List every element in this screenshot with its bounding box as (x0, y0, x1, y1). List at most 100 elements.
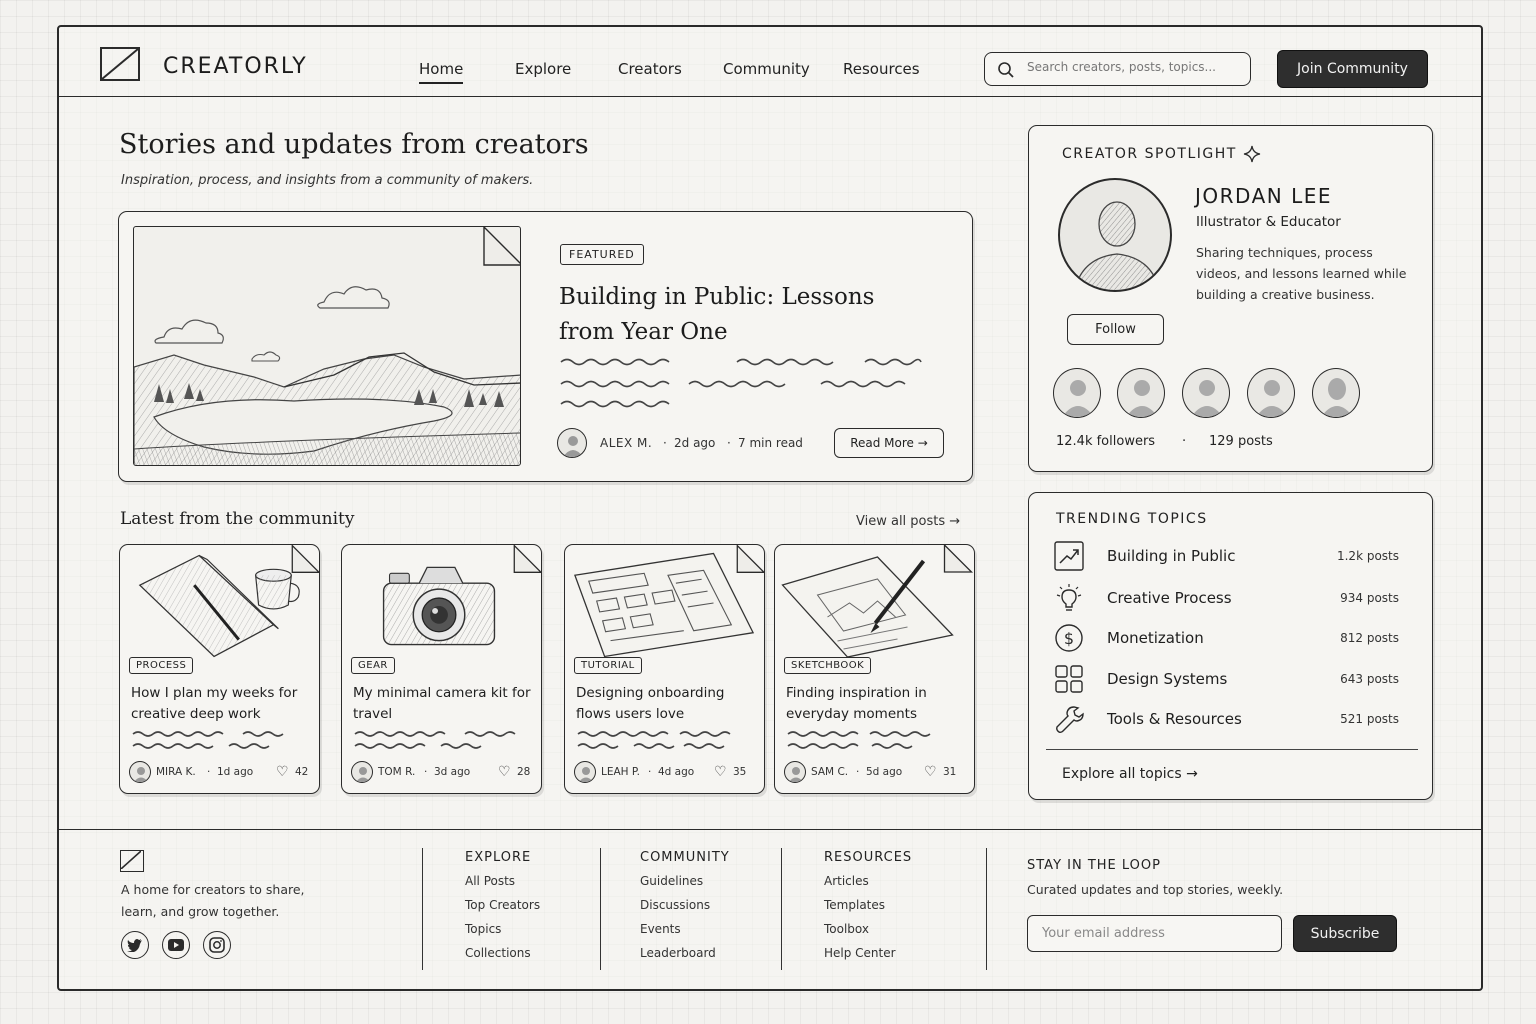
meta-dot: · (648, 766, 652, 778)
post-footer: MIRA K. · 1d ago ♡ 42 (129, 761, 314, 783)
post-footer: TOM R. · 3d ago ♡ 28 (351, 761, 536, 783)
stat-separator: · (1182, 434, 1187, 449)
post-tag[interactable]: TUTORIAL (574, 657, 642, 674)
post-author[interactable]: SAM C. (811, 766, 848, 778)
site-footer: A home for creators to share, learn, and… (59, 829, 1481, 989)
post-tag[interactable]: SKETCHBOOK (784, 657, 872, 674)
youtube-icon[interactable] (162, 931, 190, 959)
footer-link[interactable]: Collections (465, 941, 540, 965)
brand-name[interactable]: CREATORLY (163, 54, 308, 79)
instagram-icon[interactable] (203, 931, 231, 959)
footer-divider (986, 848, 987, 970)
follower-avatar[interactable] (1247, 368, 1295, 418)
post-card[interactable]: TUTORIAL Designing onboarding flows user… (564, 544, 765, 794)
author-avatar (351, 761, 373, 783)
wrench-icon (1056, 706, 1084, 734)
trending-topic-row[interactable]: Creative Process 934 posts (1054, 583, 1404, 615)
nav-home[interactable]: Home (419, 60, 464, 84)
footer-link[interactable]: Guidelines (640, 869, 730, 893)
join-community-button[interactable]: Join Community (1277, 50, 1428, 88)
trending-topic-row[interactable]: $ Monetization 812 posts (1054, 623, 1404, 655)
topic-count: 812 posts (1340, 631, 1399, 645)
footer-link[interactable]: Leaderboard (640, 941, 730, 965)
post-author[interactable]: MIRA K. (156, 766, 196, 778)
trending-topic-row[interactable]: Tools & Resources 521 posts (1054, 704, 1404, 736)
footer-column-resources: RESOURCES Articles Templates Toolbox Hel… (824, 850, 912, 965)
post-card[interactable]: GEAR My minimal camera kit for travel TO… (341, 544, 542, 794)
creator-name[interactable]: JORDAN LEE (1195, 184, 1332, 208)
post-tag[interactable]: GEAR (351, 657, 395, 674)
footer-link[interactable]: Top Creators (465, 893, 540, 917)
email-input[interactable] (1027, 915, 1282, 952)
featured-time: 2d ago (674, 436, 716, 450)
meta-dot: · (207, 766, 211, 778)
post-footer: LEAH P. · 4d ago ♡ 35 (574, 761, 759, 783)
heart-icon[interactable]: ♡ (924, 764, 937, 780)
grid-icon (1055, 665, 1083, 693)
follower-avatar[interactable] (1182, 368, 1230, 418)
follower-avatar[interactable] (1312, 368, 1360, 418)
top-header: CREATORLY Home Explore Creators Communit… (59, 27, 1481, 97)
follower-avatar[interactable] (1117, 368, 1165, 418)
footer-link[interactable]: Help Center (824, 941, 912, 965)
post-excerpt-scribble (132, 731, 284, 749)
footer-divider (600, 848, 601, 970)
logo-icon[interactable] (100, 47, 140, 81)
post-title[interactable]: My minimal camera kit for travel (353, 683, 535, 725)
post-card[interactable]: PROCESS How I plan my weeks for creative… (119, 544, 320, 794)
search-icon (998, 62, 1014, 78)
featured-post-card[interactable]: FEATURED Building in Public: Lessons fro… (118, 211, 973, 482)
creator-avatar[interactable] (1058, 178, 1172, 292)
featured-excerpt-scribble (560, 358, 922, 408)
newsletter-title: STAY IN THE LOOP (1027, 858, 1161, 873)
nav-resources[interactable]: Resources (843, 60, 920, 78)
trending-topic-row[interactable]: Building in Public 1.2k posts (1054, 541, 1404, 573)
notebook-coffee-image (138, 545, 319, 658)
heart-icon[interactable]: ♡ (714, 764, 727, 780)
post-footer: SAM C. · 5d ago ♡ 31 (784, 761, 969, 783)
post-tag[interactable]: PROCESS (129, 657, 194, 674)
subscribe-button[interactable]: Subscribe (1293, 915, 1397, 952)
footer-link[interactable]: Articles (824, 869, 912, 893)
footer-link[interactable]: Toolbox (824, 917, 912, 941)
footer-divider (781, 848, 782, 970)
footer-logo-icon[interactable] (120, 850, 144, 872)
post-card[interactable]: SKETCHBOOK Finding inspiration in everyd… (774, 544, 975, 794)
view-all-posts-link[interactable]: View all posts → (856, 514, 960, 529)
heart-icon[interactable]: ♡ (498, 764, 511, 780)
search-box[interactable] (984, 52, 1251, 86)
nav-explore[interactable]: Explore (515, 60, 571, 78)
nav-community[interactable]: Community (723, 60, 810, 78)
follower-avatar[interactable] (1053, 368, 1101, 418)
post-title[interactable]: Finding inspiration in everyday moments (786, 683, 968, 725)
post-time: 3d ago (434, 766, 471, 778)
creator-bio: Sharing techniques, process videos, and … (1196, 245, 1407, 302)
footer-link[interactable]: All Posts (465, 869, 540, 893)
footer-link[interactable]: Templates (824, 893, 912, 917)
footer-link[interactable]: Events (640, 917, 730, 941)
explore-topics-link[interactable]: Explore all topics → (1062, 766, 1198, 782)
twitter-icon[interactable] (121, 931, 149, 959)
spotlight-label: CREATOR SPOTLIGHT (1062, 146, 1237, 162)
post-title[interactable]: Designing onboarding flows users love (576, 683, 758, 725)
footer-link[interactable]: Topics (465, 917, 540, 941)
latest-section-title: Latest from the community (120, 509, 355, 529)
post-title[interactable]: How I plan my weeks for creative deep wo… (131, 683, 313, 725)
footer-link[interactable]: Discussions (640, 893, 730, 917)
featured-title[interactable]: Building in Public: Lessons from Year On… (559, 280, 899, 350)
trend-chart-icon (1054, 541, 1084, 571)
topic-count: 643 posts (1340, 672, 1399, 686)
follower-avatars (1053, 368, 1373, 420)
follow-button[interactable]: Follow (1067, 314, 1164, 345)
post-author[interactable]: LEAH P. (601, 766, 640, 778)
heart-icon[interactable]: ♡ (276, 764, 289, 780)
post-author[interactable]: TOM R. (378, 766, 415, 778)
read-more-button[interactable]: Read More → (834, 428, 944, 458)
trending-topic-row[interactable]: Design Systems 643 posts (1054, 664, 1404, 696)
meta-dot: · (424, 766, 428, 778)
author-avatar (784, 761, 806, 783)
featured-landscape-image (133, 226, 521, 466)
search-input[interactable] (1027, 60, 1242, 74)
featured-author[interactable]: ALEX M. (600, 436, 652, 450)
nav-creators[interactable]: Creators (618, 60, 682, 78)
